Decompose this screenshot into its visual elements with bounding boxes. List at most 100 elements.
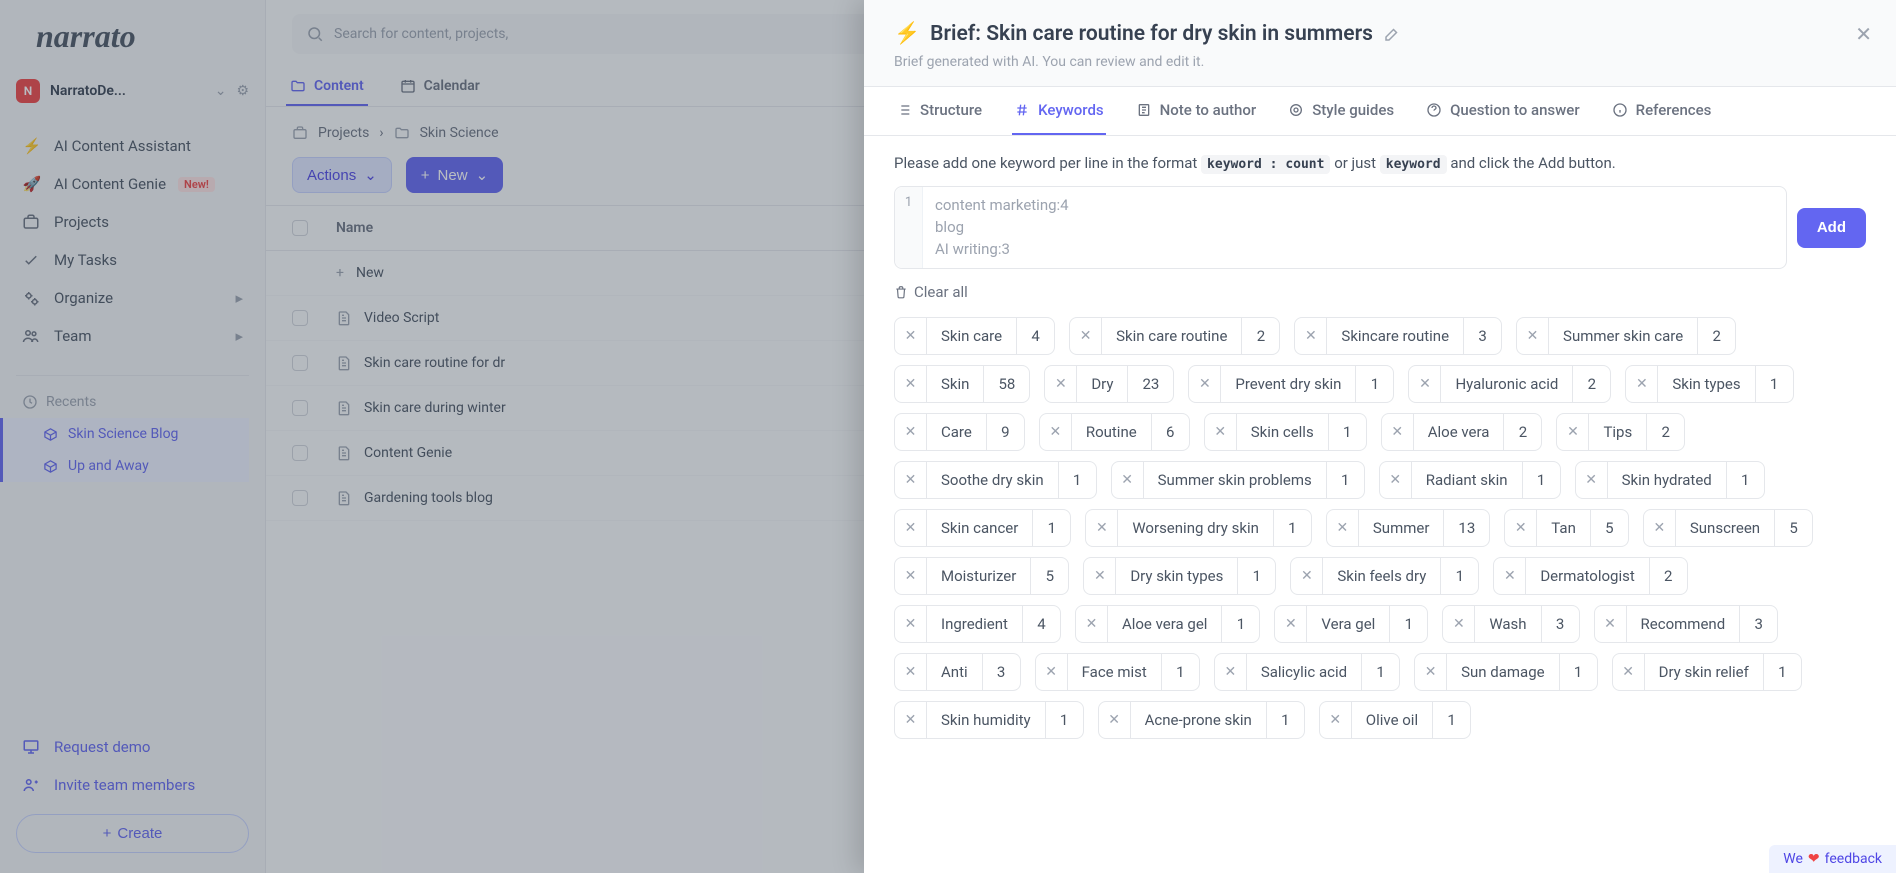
- remove-keyword-button[interactable]: ✕: [1045, 366, 1077, 402]
- keyword-count[interactable]: 1: [1161, 654, 1199, 690]
- remove-keyword-button[interactable]: ✕: [1382, 414, 1414, 450]
- keyword-chip: ✕Summer skin care2: [1516, 317, 1736, 355]
- remove-keyword-button[interactable]: ✕: [1070, 318, 1102, 354]
- remove-keyword-button[interactable]: ✕: [1189, 366, 1221, 402]
- keyword-count[interactable]: 1: [1361, 654, 1399, 690]
- keyword-count[interactable]: 5: [1590, 510, 1628, 546]
- remove-keyword-button[interactable]: ✕: [1040, 414, 1072, 450]
- remove-keyword-button[interactable]: ✕: [1205, 414, 1237, 450]
- keyword-count[interactable]: 1: [1522, 462, 1560, 498]
- keyword-count[interactable]: 6: [1151, 414, 1189, 450]
- remove-keyword-button[interactable]: ✕: [895, 510, 927, 546]
- keyword-count[interactable]: 1: [1266, 702, 1304, 738]
- remove-keyword-button[interactable]: ✕: [1409, 366, 1441, 402]
- keyword-count[interactable]: 4: [1022, 606, 1060, 642]
- remove-keyword-button[interactable]: ✕: [1415, 654, 1447, 690]
- remove-keyword-button[interactable]: ✕: [895, 462, 927, 498]
- tab-structure[interactable]: Structure: [894, 87, 984, 135]
- remove-keyword-button[interactable]: ✕: [1517, 318, 1549, 354]
- close-button[interactable]: ✕: [1855, 22, 1872, 46]
- tab-question[interactable]: Question to answer: [1424, 87, 1582, 135]
- keyword-count[interactable]: 1: [1045, 702, 1083, 738]
- remove-keyword-button[interactable]: ✕: [1320, 702, 1352, 738]
- remove-keyword-button[interactable]: ✕: [895, 414, 927, 450]
- remove-keyword-button[interactable]: ✕: [1076, 606, 1108, 642]
- keyword-text: Skin cells: [1237, 414, 1328, 450]
- remove-keyword-button[interactable]: ✕: [1595, 606, 1627, 642]
- remove-keyword-button[interactable]: ✕: [1644, 510, 1676, 546]
- keyword-count[interactable]: 5: [1774, 510, 1812, 546]
- remove-keyword-button[interactable]: ✕: [1613, 654, 1645, 690]
- tab-style[interactable]: Style guides: [1286, 87, 1396, 135]
- keyword-count[interactable]: 1: [1328, 414, 1366, 450]
- keyword-count[interactable]: 1: [1326, 462, 1364, 498]
- keyword-text: Dermatologist: [1526, 558, 1648, 594]
- keyword-count[interactable]: 1: [1440, 558, 1478, 594]
- keywords-input[interactable]: 1 content marketing:4blogAI writing:3: [894, 186, 1787, 269]
- keyword-count[interactable]: 58: [983, 366, 1029, 402]
- tab-references[interactable]: References: [1610, 87, 1714, 135]
- clear-all-button[interactable]: Clear all: [894, 283, 968, 301]
- keyword-text: Tips: [1589, 414, 1646, 450]
- keyword-count[interactable]: 1: [1389, 606, 1427, 642]
- keyword-count[interactable]: 3: [982, 654, 1020, 690]
- keyword-text: Hyaluronic acid: [1441, 366, 1572, 402]
- keyword-count[interactable]: 1: [1559, 654, 1597, 690]
- keyword-count[interactable]: 1: [1221, 606, 1259, 642]
- edit-icon[interactable]: [1383, 25, 1401, 43]
- remove-keyword-button[interactable]: ✕: [1275, 606, 1307, 642]
- keyword-count[interactable]: 23: [1127, 366, 1173, 402]
- remove-keyword-button[interactable]: ✕: [895, 318, 927, 354]
- keyword-count[interactable]: 3: [1541, 606, 1579, 642]
- remove-keyword-button[interactable]: ✕: [895, 606, 927, 642]
- remove-keyword-button[interactable]: ✕: [1443, 606, 1475, 642]
- remove-keyword-button[interactable]: ✕: [895, 702, 927, 738]
- remove-keyword-button[interactable]: ✕: [895, 558, 927, 594]
- remove-keyword-button[interactable]: ✕: [1557, 414, 1589, 450]
- brief-panel: ⚡ Brief: Skin care routine for dry skin …: [864, 0, 1896, 873]
- keyword-count[interactable]: 1: [1032, 510, 1070, 546]
- keyword-count[interactable]: 3: [1463, 318, 1501, 354]
- remove-keyword-button[interactable]: ✕: [895, 654, 927, 690]
- remove-keyword-button[interactable]: ✕: [1380, 462, 1412, 498]
- keyword-count[interactable]: 1: [1273, 510, 1311, 546]
- remove-keyword-button[interactable]: ✕: [1494, 558, 1526, 594]
- panel-subtitle: Brief generated with AI. You can review …: [894, 54, 1866, 70]
- remove-keyword-button[interactable]: ✕: [1505, 510, 1537, 546]
- tab-note[interactable]: Note to author: [1134, 87, 1259, 135]
- remove-keyword-button[interactable]: ✕: [1084, 558, 1116, 594]
- keyword-count[interactable]: 1: [1726, 462, 1764, 498]
- keyword-count[interactable]: 9: [986, 414, 1024, 450]
- keyword-text: Tan: [1537, 510, 1590, 546]
- remove-keyword-button[interactable]: ✕: [1576, 462, 1608, 498]
- remove-keyword-button[interactable]: ✕: [895, 366, 927, 402]
- keyword-count[interactable]: 5: [1030, 558, 1068, 594]
- keyword-count[interactable]: 3: [1739, 606, 1777, 642]
- remove-keyword-button[interactable]: ✕: [1086, 510, 1118, 546]
- keyword-count[interactable]: 13: [1443, 510, 1489, 546]
- remove-keyword-button[interactable]: ✕: [1099, 702, 1131, 738]
- remove-keyword-button[interactable]: ✕: [1036, 654, 1068, 690]
- tab-keywords[interactable]: Keywords: [1012, 87, 1106, 135]
- remove-keyword-button[interactable]: ✕: [1327, 510, 1359, 546]
- remove-keyword-button[interactable]: ✕: [1291, 558, 1323, 594]
- keyword-count[interactable]: 2: [1646, 414, 1684, 450]
- feedback-widget[interactable]: We ❤ feedback: [1769, 845, 1896, 873]
- keyword-count[interactable]: 2: [1503, 414, 1541, 450]
- remove-keyword-button[interactable]: ✕: [1112, 462, 1144, 498]
- remove-keyword-button[interactable]: ✕: [1295, 318, 1327, 354]
- keyword-count[interactable]: 1: [1355, 366, 1393, 402]
- add-button[interactable]: Add: [1797, 208, 1866, 248]
- keyword-count[interactable]: 1: [1058, 462, 1096, 498]
- keyword-count[interactable]: 2: [1697, 318, 1735, 354]
- keyword-count[interactable]: 2: [1649, 558, 1687, 594]
- remove-keyword-button[interactable]: ✕: [1626, 366, 1658, 402]
- keyword-count[interactable]: 2: [1241, 318, 1279, 354]
- remove-keyword-button[interactable]: ✕: [1215, 654, 1247, 690]
- keyword-count[interactable]: 2: [1572, 366, 1610, 402]
- keyword-count[interactable]: 1: [1237, 558, 1275, 594]
- keyword-count[interactable]: 4: [1016, 318, 1054, 354]
- keyword-count[interactable]: 1: [1432, 702, 1470, 738]
- keyword-count[interactable]: 1: [1755, 366, 1793, 402]
- keyword-count[interactable]: 1: [1763, 654, 1801, 690]
